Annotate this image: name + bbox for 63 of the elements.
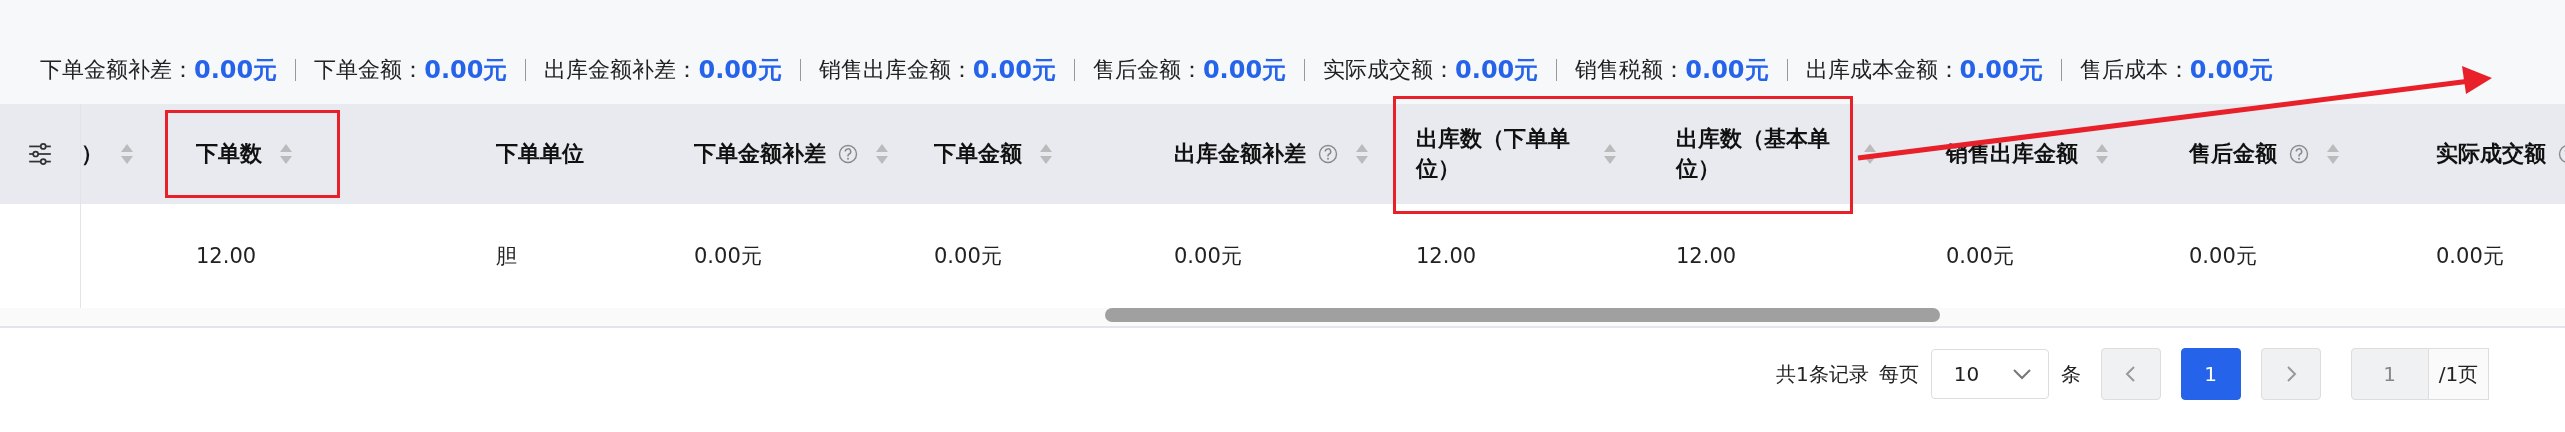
help-icon[interactable]: [2289, 144, 2309, 164]
column-header[interactable]: 实际成交额: [2436, 139, 2546, 169]
sort-icon[interactable]: [2327, 144, 2339, 164]
summary-value: 0.00元: [1685, 55, 1769, 86]
column-header[interactable]: 售后金额: [2189, 139, 2277, 169]
table-cell-text: 0.00元: [1174, 243, 1242, 270]
column-header[interactable]: 下单数: [196, 139, 262, 169]
page-total: /1页: [2428, 348, 2490, 400]
sort-icon[interactable]: [1864, 144, 1876, 164]
summary-label: 销售税额：: [1575, 56, 1686, 84]
page-button[interactable]: 1: [2180, 348, 2241, 400]
previous-page-button[interactable]: [2100, 348, 2161, 400]
summary-label: 实际成交额：: [1323, 56, 1456, 84]
table-cell-text: 0.00元: [1946, 243, 2014, 270]
summary-value: 0.00元: [972, 55, 1056, 86]
summary-value: 0.00元: [1959, 55, 2043, 86]
column-header[interactable]: 出库数（下单单位）: [1416, 124, 1586, 184]
column-header[interactable]: 下单金额补差: [694, 139, 826, 169]
summary-value: 0.00元: [2189, 55, 2273, 86]
summary-value: 0.00元: [194, 55, 278, 86]
column-header[interactable]: 下单单位: [496, 139, 584, 169]
table-cell: 12.00: [196, 244, 257, 268]
horizontal-scrollbar[interactable]: [0, 308, 2565, 328]
table-cell: 12.00: [1676, 244, 1737, 268]
column-header[interactable]: 出库数（基本单位）: [1676, 124, 1846, 184]
table-cell-text: 0.00元: [2436, 243, 2504, 270]
column-header[interactable]: 下单金额: [934, 139, 1022, 169]
summary-label: 售后成本：: [2079, 56, 2190, 84]
sort-icon[interactable]: [280, 144, 292, 164]
summary-value: 0.00元: [698, 55, 782, 86]
table-cell-text: 胆: [496, 243, 517, 270]
column-header[interactable]: 出库金额补差: [1174, 139, 1306, 169]
chevron-left-icon[interactable]: [2123, 365, 2138, 383]
summary-label: 下单金额补差：: [40, 56, 194, 84]
chevron-down-icon: [2011, 368, 2032, 380]
summary-label: 下单金额：: [314, 56, 425, 84]
summary-label: 出库金额补差：: [544, 56, 699, 84]
sort-icon[interactable]: [1040, 144, 1052, 164]
settings-icon[interactable]: [27, 141, 53, 167]
help-icon[interactable]: [1318, 144, 1338, 164]
help-icon[interactable]: [838, 144, 858, 164]
page-size-label: 每页: [1878, 360, 1919, 388]
summary-label: 出库成本金额：: [1805, 56, 1960, 84]
sort-icon[interactable]: [2096, 144, 2108, 164]
record-count: 共1条记录: [1776, 360, 1869, 388]
sort-icon[interactable]: [876, 144, 888, 164]
summary-label: 售后金额：: [1092, 56, 1203, 84]
next-page-button[interactable]: [2260, 348, 2321, 400]
page-size-unit: 条: [2060, 360, 2081, 388]
sort-icon[interactable]: [1356, 144, 1368, 164]
summary-value: 0.00元: [1455, 55, 1539, 86]
sort-icon[interactable]: [1604, 144, 1616, 164]
table-cell-text: 0.00元: [934, 243, 1002, 270]
summary-label: 销售出库金额：: [818, 56, 973, 84]
column-header[interactable]: ）: [81, 139, 103, 169]
scrollbar-thumb[interactable]: [1105, 308, 1940, 322]
summary-value: 0.00元: [1202, 55, 1287, 86]
page-size-select[interactable]: 10: [1930, 349, 2049, 399]
summary-value: 0.00元: [424, 55, 508, 86]
sort-icon[interactable]: [121, 144, 133, 164]
table-cell-text: 0.00元: [694, 243, 762, 270]
table-cell: 12.00: [1416, 244, 1477, 268]
table-cell-text: 0.00元: [2189, 243, 2257, 270]
